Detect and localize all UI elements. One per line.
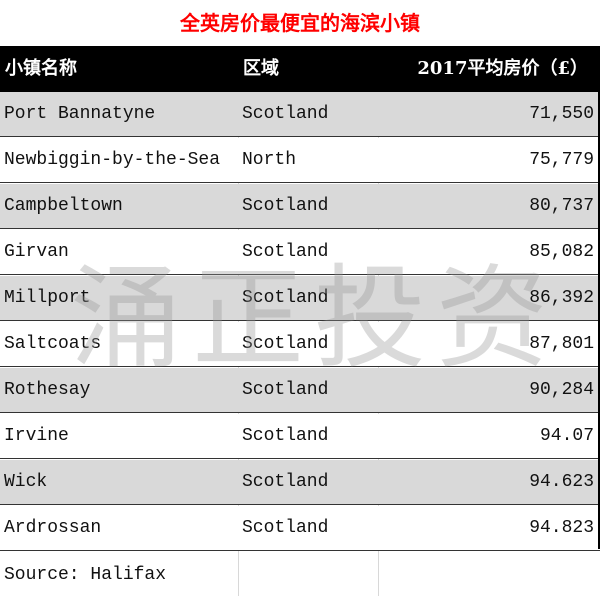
town-cell: Wick xyxy=(4,472,48,492)
table-row: Wick Scotland 94.623 xyxy=(0,460,600,505)
header-price: 2017平均房价（£） xyxy=(417,58,588,79)
source-row: Source: Halifax xyxy=(0,551,600,599)
price-cell: 86,392 xyxy=(529,288,594,308)
region-cell: Scotland xyxy=(242,518,329,538)
price-cell: 80,737 xyxy=(529,196,594,216)
source-note: Source: Halifax xyxy=(4,565,167,585)
town-cell: Newbiggin-by-the-Sea xyxy=(4,150,221,170)
region-cell: Scotland xyxy=(242,426,329,446)
town-cell: Rothesay xyxy=(4,380,91,400)
price-cell: 85,082 xyxy=(529,242,594,262)
table-row: Girvan Scotland 85,082 xyxy=(0,230,600,275)
region-cell: Scotland xyxy=(242,104,329,124)
table-row: Campbeltown Scotland 80,737 xyxy=(0,184,600,229)
table-row: Rothesay Scotland 90,284 xyxy=(0,368,600,413)
region-cell: Scotland xyxy=(242,472,329,492)
price-cell: 75,779 xyxy=(529,150,594,170)
table-row: Millport Scotland 86,392 xyxy=(0,276,600,321)
table-row: Irvine Scotland 94.07 xyxy=(0,414,600,459)
price-cell: 87,801 xyxy=(529,334,594,354)
town-cell: Campbeltown xyxy=(4,196,123,216)
price-cell: 90,284 xyxy=(529,380,594,400)
town-cell: Port Bannatyne xyxy=(4,104,156,124)
region-cell: Scotland xyxy=(242,288,329,308)
header-town: 小镇名称 xyxy=(5,58,77,79)
town-cell: Millport xyxy=(4,288,91,308)
region-cell: Scotland xyxy=(242,242,329,262)
region-cell: North xyxy=(242,150,297,170)
region-cell: Scotland xyxy=(242,196,329,216)
region-cell: Scotland xyxy=(242,334,329,354)
table-row: Newbiggin-by-the-Sea North 75,779 xyxy=(0,138,600,183)
town-cell: Irvine xyxy=(4,426,69,446)
price-cell: 94.823 xyxy=(529,518,594,538)
table-title: 全英房价最便宜的海滨小镇 xyxy=(0,0,600,47)
town-cell: Ardrossan xyxy=(4,518,102,538)
town-cell: Girvan xyxy=(4,242,69,262)
price-cell: 94.623 xyxy=(529,472,594,492)
table-header: 小镇名称 区域 2017平均房价（£） xyxy=(0,46,600,92)
price-cell: 71,550 xyxy=(529,104,594,124)
table-row: Port Bannatyne Scotland 71,550 xyxy=(0,92,600,137)
price-cell: 94.07 xyxy=(539,426,594,446)
header-region: 区域 xyxy=(243,58,279,79)
table-row: Saltcoats Scotland 87,801 xyxy=(0,322,600,367)
table-row: Ardrossan Scotland 94.823 xyxy=(0,506,600,551)
town-cell: Saltcoats xyxy=(4,334,102,354)
region-cell: Scotland xyxy=(242,380,329,400)
